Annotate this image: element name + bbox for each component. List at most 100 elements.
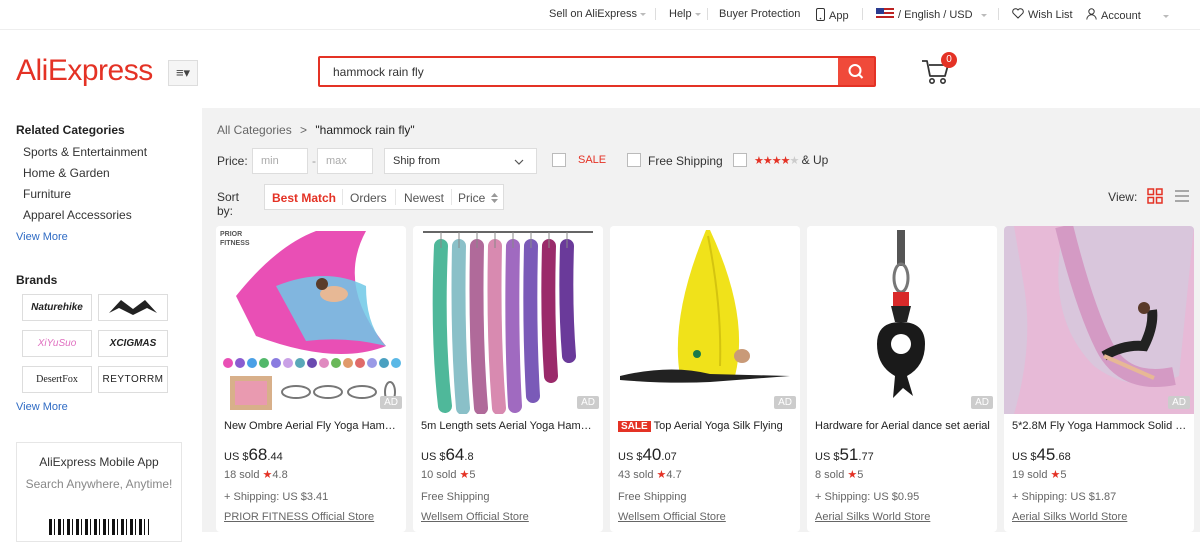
product-title-text: Top Aerial Yoga Silk Flying bbox=[653, 420, 783, 432]
ship-from-label: Ship from bbox=[393, 155, 441, 167]
rating-value: 4.7 bbox=[666, 469, 682, 481]
ship-from-select[interactable]: Ship from bbox=[384, 148, 537, 174]
product-title[interactable]: 5*2.8M Fly Yoga Hammock Solid Color bbox=[1012, 420, 1188, 432]
product-price: US $64.8 bbox=[421, 445, 474, 465]
product-price: US $51.77 bbox=[815, 445, 874, 465]
product-title[interactable]: Hardware for Aerial dance set aerial bbox=[815, 420, 991, 432]
search-bar bbox=[318, 56, 876, 87]
sold-rating: 18 sold ★4.8 bbox=[224, 468, 288, 481]
product-card[interactable]: PRIOR FITNESS AD New Ombre Aerial Fly Yo… bbox=[216, 226, 406, 532]
sale-checkbox[interactable] bbox=[552, 153, 566, 167]
price-min-input[interactable]: min bbox=[252, 148, 308, 174]
app-link[interactable]: App bbox=[816, 8, 849, 22]
grid-view-icon[interactable] bbox=[1146, 188, 1163, 204]
product-image[interactable] bbox=[610, 226, 800, 414]
product-card[interactable]: AD 5m Length sets Aerial Yoga Hammock US… bbox=[413, 226, 603, 532]
product-title[interactable]: New Ombre Aerial Fly Yoga Hammock bbox=[224, 420, 400, 432]
shipping-info: + Shipping: US $0.95 bbox=[815, 491, 920, 503]
sort-newest[interactable]: Newest bbox=[404, 191, 444, 205]
store-link[interactable]: Wellsem Official Store bbox=[421, 511, 529, 523]
store-link[interactable]: PRIOR FITNESS Official Store bbox=[224, 511, 374, 523]
wish-list-link[interactable]: Wish List bbox=[1012, 8, 1073, 21]
list-view-icon[interactable] bbox=[1174, 188, 1190, 204]
store-link[interactable]: Aerial Silks World Store bbox=[1012, 511, 1127, 523]
rating-value: 5 bbox=[857, 469, 864, 481]
view-more-brands-link[interactable]: View More bbox=[16, 401, 68, 413]
sort-price[interactable]: Price bbox=[458, 191, 498, 205]
sold-rating: 19 sold ★5 bbox=[1012, 468, 1067, 481]
top-bar: Sell on AliExpress Help Buyer Protection… bbox=[0, 0, 1200, 30]
price-decimal: .77 bbox=[858, 451, 874, 463]
divider bbox=[655, 8, 656, 20]
chevron-down-icon bbox=[694, 12, 701, 16]
store-link[interactable]: Wellsem Official Store bbox=[618, 511, 726, 523]
brand-xcigmas[interactable]: XCIGMAS bbox=[98, 330, 168, 357]
free-shipping-checkbox[interactable] bbox=[627, 153, 641, 167]
chevron-down-icon bbox=[640, 12, 647, 16]
product-card[interactable]: AD 5*2.8M Fly Yoga Hammock Solid Color U… bbox=[1004, 226, 1194, 532]
ad-badge: AD bbox=[380, 396, 402, 409]
hanging-silk-hammocks-image bbox=[413, 226, 603, 414]
help-label: Help bbox=[669, 8, 692, 20]
rating-checkbox[interactable] bbox=[733, 153, 747, 167]
brand-watermark: PRIOR FITNESS bbox=[220, 231, 250, 247]
aliexpress-logo[interactable]: AliExpress bbox=[16, 54, 153, 88]
product-image[interactable] bbox=[413, 226, 603, 414]
product-image[interactable] bbox=[1004, 226, 1194, 414]
view-toggle: View: bbox=[1108, 188, 1190, 207]
divider bbox=[707, 8, 708, 20]
product-card[interactable]: AD SALE Top Aerial Yoga Silk Flying US $4… bbox=[610, 226, 800, 532]
currency: US $ bbox=[421, 451, 446, 463]
heart-icon bbox=[1012, 8, 1024, 19]
sort-orders[interactable]: Orders bbox=[350, 191, 387, 205]
search-button[interactable] bbox=[838, 58, 874, 85]
language-currency-selector[interactable]: / English / USD bbox=[876, 8, 987, 21]
app-label: App bbox=[829, 10, 849, 22]
price-max-input[interactable]: max bbox=[317, 148, 373, 174]
category-apparel-accessories[interactable]: Apparel Accessories bbox=[23, 208, 132, 222]
product-image[interactable]: PRIOR FITNESS bbox=[216, 226, 406, 414]
category-home-garden[interactable]: Home & Garden bbox=[23, 166, 110, 180]
product-title[interactable]: 5m Length sets Aerial Yoga Hammock bbox=[421, 420, 597, 432]
view-more-categories-link[interactable]: View More bbox=[16, 231, 68, 243]
breadcrumb: All Categories > "hammock rain fly" bbox=[217, 123, 415, 137]
help-link[interactable]: Help bbox=[669, 8, 701, 20]
app-promo-subtitle: Search Anywhere, Anytime! bbox=[25, 477, 173, 491]
shipping-info: Free Shipping bbox=[618, 491, 687, 503]
price-range-dash: - bbox=[312, 154, 316, 168]
currency: US $ bbox=[618, 451, 643, 463]
store-link[interactable]: Aerial Silks World Store bbox=[815, 511, 930, 523]
product-card[interactable]: AD Hardware for Aerial dance set aerial … bbox=[807, 226, 997, 532]
brand-logo-bat[interactable] bbox=[98, 294, 168, 321]
product-image[interactable] bbox=[807, 226, 997, 414]
category-menu-button[interactable]: ≡▾ bbox=[168, 60, 198, 86]
search-input[interactable] bbox=[320, 58, 838, 85]
sell-on-aliexpress-link[interactable]: Sell on AliExpress bbox=[549, 8, 647, 20]
qr-code-image[interactable] bbox=[49, 519, 149, 535]
sale-label: SALE bbox=[578, 154, 607, 166]
star-icon: ★ bbox=[656, 469, 667, 481]
buyer-protection-link[interactable]: Buyer Protection bbox=[719, 8, 800, 20]
sold-count: 18 sold bbox=[224, 469, 260, 481]
brand-reytorrm[interactable]: REYTORRM bbox=[98, 366, 168, 393]
related-categories-heading: Related Categories bbox=[16, 123, 125, 137]
breadcrumb-all-categories[interactable]: All Categories bbox=[217, 123, 292, 137]
price-decimal: .07 bbox=[661, 451, 677, 463]
category-furniture[interactable]: Furniture bbox=[23, 187, 71, 201]
yellow-yoga-swing-image bbox=[610, 226, 800, 414]
product-title[interactable]: SALE Top Aerial Yoga Silk Flying bbox=[618, 420, 794, 432]
account-label: Account bbox=[1101, 10, 1141, 22]
price-integer: 64 bbox=[445, 445, 465, 464]
ad-badge: AD bbox=[577, 396, 599, 409]
brand-naturehike[interactable]: Naturehike bbox=[22, 294, 92, 321]
cart-button[interactable]: 0 bbox=[920, 52, 960, 88]
divider bbox=[862, 8, 863, 20]
category-sports-entertainment[interactable]: Sports & Entertainment bbox=[23, 145, 147, 159]
rating-value: 5 bbox=[1060, 469, 1067, 481]
sort-best-match[interactable]: Best Match bbox=[272, 191, 336, 205]
brand-xiyusuo[interactable]: XiYuSuo bbox=[22, 330, 92, 357]
account-link[interactable]: Account bbox=[1086, 8, 1169, 22]
brand-desertfox[interactable]: DesertFox bbox=[22, 366, 92, 393]
results-area: All Categories > "hammock rain fly" Pric… bbox=[202, 108, 1200, 532]
lang-currency-label: / English / USD bbox=[898, 9, 973, 21]
